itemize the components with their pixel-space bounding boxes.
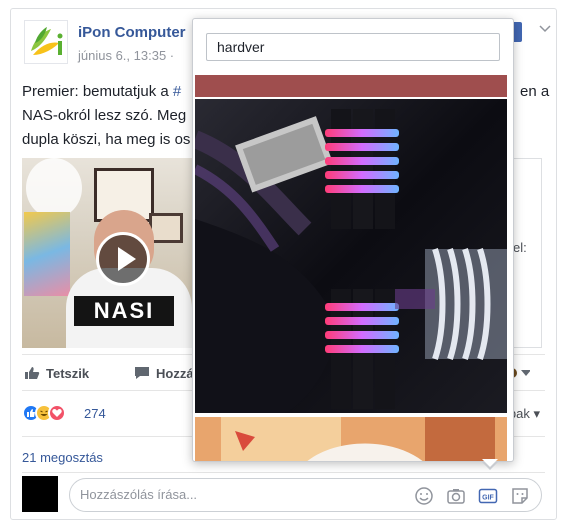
emoji-icon[interactable] <box>414 486 434 506</box>
reaction-count[interactable]: 274 <box>84 406 106 421</box>
sticker-icon[interactable] <box>510 486 530 506</box>
play-icon[interactable] <box>96 232 150 286</box>
avatar[interactable] <box>22 476 58 512</box>
gif-ram-lights-image <box>195 99 507 413</box>
love-reaction-icon <box>48 404 66 422</box>
balloon-shape <box>26 158 82 218</box>
like-button[interactable]: Tetszik <box>24 366 89 381</box>
gif-cartoon-image <box>195 417 507 461</box>
gif-result-top-strip[interactable] <box>195 75 507 97</box>
gif-icon[interactable]: GIF <box>478 486 498 506</box>
gif-picker-popover <box>192 18 514 462</box>
post-text-line-1: Premier: bemutatjuk a <box>22 83 173 100</box>
like-label: Tetszik <box>46 366 90 381</box>
ipon-logo-icon <box>31 27 63 55</box>
comment-bubble-icon <box>134 366 150 380</box>
page-name-link[interactable]: iPon Computer <box>78 24 186 41</box>
comment-composer[interactable]: GIF <box>69 478 542 512</box>
popover-arrow <box>482 459 498 467</box>
share-count-link[interactable]: 21 megosztás <box>22 450 103 465</box>
comment-button[interactable]: Hozzá <box>134 366 194 381</box>
wall-art <box>24 212 70 296</box>
comment-input[interactable] <box>80 487 380 502</box>
post-options-chevron-icon[interactable] <box>539 22 551 36</box>
gif-search-input[interactable] <box>206 33 500 61</box>
gif-result-item[interactable] <box>195 417 507 461</box>
comment-label: Hozzá <box>156 366 194 381</box>
page-logo[interactable] <box>24 20 68 64</box>
svg-text:GIF: GIF <box>482 495 494 502</box>
gif-result-item[interactable] <box>195 99 507 413</box>
shirt-text: NASI <box>74 296 174 326</box>
hashtag-link[interactable]: # <box>173 83 181 100</box>
post-text-right-fragment: en a <box>520 83 550 100</box>
video-thumbnail[interactable]: NASI <box>22 158 192 348</box>
divider <box>22 472 545 473</box>
link-preview-text-fragment: el: <box>513 240 527 255</box>
thumbs-up-icon <box>24 366 40 380</box>
camera-icon[interactable] <box>446 486 466 506</box>
post-timestamp[interactable]: június 6., 13:35 · <box>78 48 174 63</box>
wall-poster-small <box>149 213 183 243</box>
